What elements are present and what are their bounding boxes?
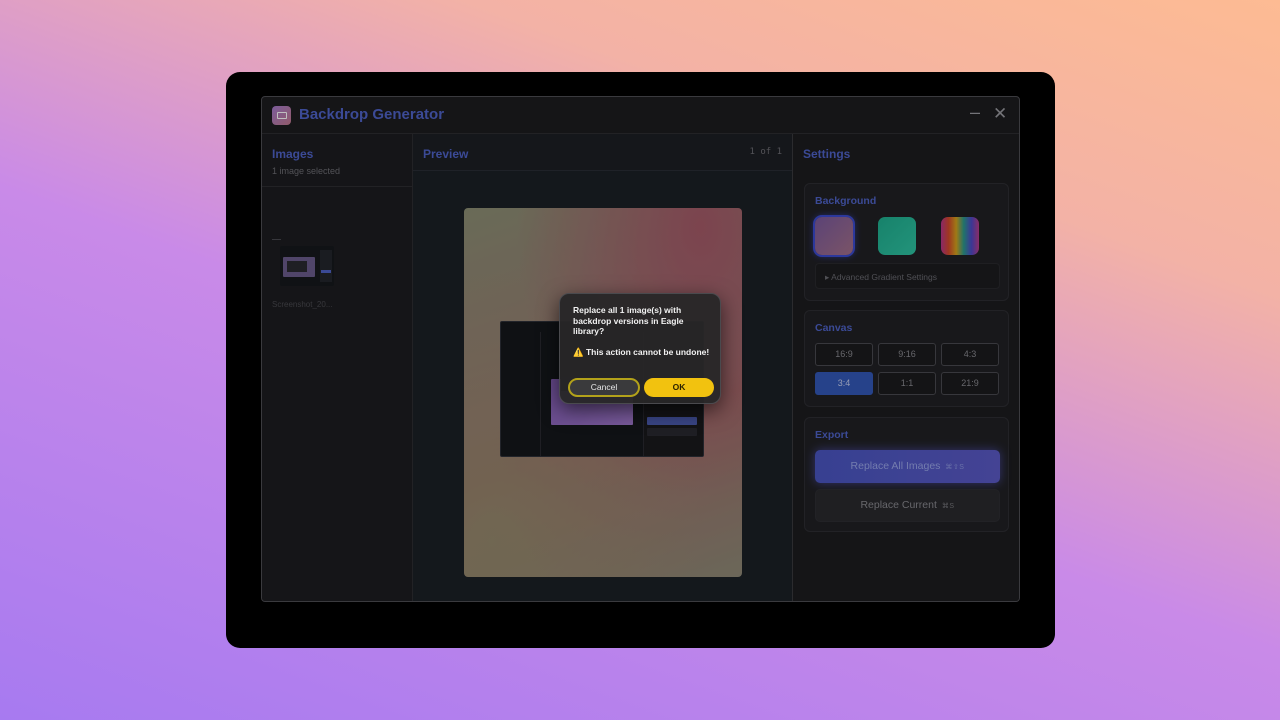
dialog-message: Replace all 1 image(s) with backdrop ver… (573, 305, 684, 336)
export-section-title: Export (815, 429, 849, 441)
cancel-button[interactable]: Cancel (568, 378, 640, 397)
image-thumbnail[interactable] (280, 246, 334, 286)
replace-current-label: Replace Current (860, 499, 937, 511)
preview-panel-title: Preview (423, 147, 469, 161)
dialog-warning: ⚠️ This action cannot be undone! (573, 347, 710, 357)
ratio-21-9-button[interactable]: 21:9 (941, 372, 999, 395)
settings-panel-title: Settings (803, 147, 851, 161)
background-section: Background ▸ Advanced Gradient Settings (804, 183, 1009, 301)
export-section: Export Replace All Images ⌘⇧S Replace Cur… (804, 417, 1009, 532)
close-icon[interactable]: ✕ (993, 104, 1007, 124)
canvas-section: Canvas 16:9 9:16 4:3 3:4 1:1 21:9 (804, 310, 1009, 407)
thumbnail-marker (272, 239, 281, 240)
image-thumbnail-item[interactable] (272, 239, 334, 286)
divider (262, 186, 412, 187)
replace-current-button[interactable]: Replace Current ⌘S (815, 489, 1000, 522)
settings-panel: Settings Background ▸ Advanced Gradient … (793, 134, 1019, 601)
replace-all-label: Replace All Images (850, 460, 941, 472)
ratio-9-16-button[interactable]: 9:16 (878, 343, 936, 366)
ratio-1-1-button[interactable]: 1:1 (878, 372, 936, 395)
advanced-gradient-settings-toggle[interactable]: ▸ Advanced Gradient Settings (815, 263, 1000, 289)
title-bar: Backdrop Generator – ✕ (262, 97, 1019, 134)
swatch-purple-rose[interactable] (815, 217, 853, 255)
replace-current-shortcut: ⌘S (941, 503, 955, 510)
confirm-dialog: Replace all 1 image(s) with backdrop ver… (559, 293, 721, 404)
ok-button[interactable]: OK (644, 378, 714, 397)
ratio-4-3-button[interactable]: 4:3 (941, 343, 999, 366)
ratio-16-9-button[interactable]: 16:9 (815, 343, 873, 366)
app-title: Backdrop Generator (299, 106, 445, 123)
preview-header: Preview 1 of 1 (413, 134, 792, 171)
swatch-teal[interactable] (878, 217, 916, 255)
replace-all-shortcut: ⌘⇧S (945, 464, 965, 471)
page-counter: 1 of 1 (749, 147, 782, 157)
minimize-icon[interactable]: – (970, 102, 980, 123)
replace-all-images-button[interactable]: Replace All Images ⌘⇧S (815, 450, 1000, 483)
swatch-rainbow[interactable] (941, 217, 979, 255)
images-selected-count: 1 image selected (272, 166, 341, 176)
thumbnail-filename: Screenshot_20... (272, 300, 333, 309)
images-panel-title: Images (272, 147, 314, 161)
images-panel: Images 1 image selected Screenshot_20... (262, 134, 413, 601)
canvas-section-title: Canvas (815, 322, 853, 334)
ratio-3-4-button[interactable]: 3:4 (815, 372, 873, 395)
background-section-title: Background (815, 195, 877, 207)
app-logo-icon (272, 106, 291, 125)
